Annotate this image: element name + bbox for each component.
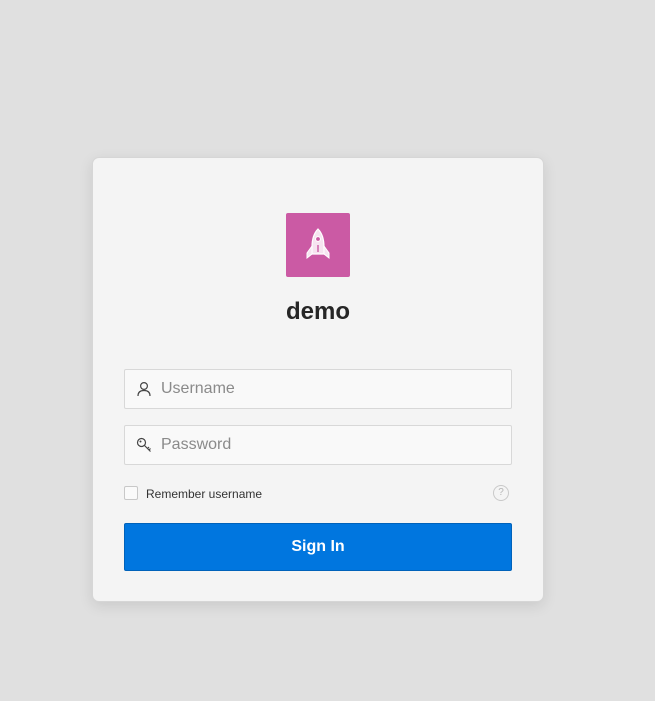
remember-checkbox[interactable] bbox=[124, 486, 138, 500]
username-input[interactable] bbox=[161, 370, 501, 408]
login-card: demo Remember username ? Sign In bbox=[92, 157, 544, 602]
help-icon[interactable]: ? bbox=[493, 485, 509, 501]
sign-in-button[interactable]: Sign In bbox=[124, 523, 512, 571]
rocket-icon bbox=[306, 228, 330, 260]
remember-row: Remember username ? bbox=[124, 485, 512, 503]
password-field[interactable] bbox=[124, 425, 512, 465]
remember-label[interactable]: Remember username bbox=[146, 487, 262, 501]
username-field[interactable] bbox=[124, 369, 512, 409]
key-icon bbox=[136, 437, 151, 452]
app-logo bbox=[286, 213, 350, 277]
user-icon bbox=[137, 381, 151, 397]
app-title: demo bbox=[285, 298, 350, 325]
password-input[interactable] bbox=[161, 426, 501, 464]
